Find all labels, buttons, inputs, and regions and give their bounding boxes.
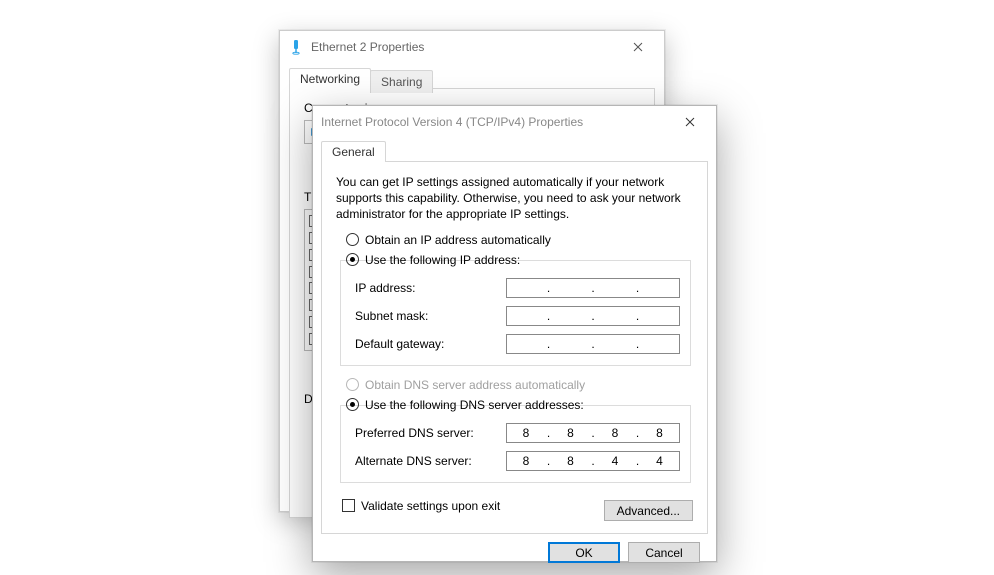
ipv4-properties-window: Internet Protocol Version 4 (TCP/IPv4) P… <box>312 105 717 562</box>
close-button[interactable] <box>615 33 660 61</box>
tab-sharing[interactable]: Sharing <box>370 70 433 93</box>
tab-general[interactable]: General <box>321 141 386 162</box>
tab-label: General <box>332 145 375 159</box>
radio-icon <box>346 233 359 246</box>
titlebar[interactable]: Ethernet 2 Properties <box>280 31 664 63</box>
default-gateway-input[interactable]: . . . <box>506 334 680 354</box>
titlebar[interactable]: Internet Protocol Version 4 (TCP/IPv4) P… <box>313 106 716 138</box>
subnet-mask-input[interactable]: . . . <box>506 306 680 326</box>
radio-label: Obtain an IP address automatically <box>365 233 551 247</box>
dns-fieldset: Preferred DNS server: 8. 8. 8. 8 Alterna… <box>340 405 691 483</box>
radio-icon <box>346 378 359 391</box>
tab-label: Sharing <box>381 75 422 89</box>
alternate-dns-input[interactable]: 8. 8. 4. 4 <box>506 451 680 471</box>
radio-ip-auto[interactable]: Obtain an IP address automatically <box>346 233 693 247</box>
tabstrip: Networking Sharing <box>289 68 655 89</box>
radio-label: Obtain DNS server address automatically <box>365 378 585 392</box>
ip-fieldset: IP address: . . . Subnet mask: . . <box>340 260 691 366</box>
info-text: You can get IP settings assigned automat… <box>336 174 693 223</box>
network-adapter-icon <box>288 39 304 55</box>
cancel-button[interactable]: Cancel <box>628 542 700 563</box>
alternate-dns-label: Alternate DNS server: <box>355 454 506 468</box>
radio-icon <box>346 398 359 411</box>
ip-address-input[interactable]: . . . <box>506 278 680 298</box>
tab-networking[interactable]: Networking <box>289 68 371 89</box>
advanced-button[interactable]: Advanced... <box>604 500 693 521</box>
tabpanel-general: You can get IP settings assigned automat… <box>321 161 708 534</box>
window-title: Internet Protocol Version 4 (TCP/IPv4) P… <box>321 115 667 129</box>
radio-dns-manual[interactable]: Use the following DNS server addresses: <box>346 398 693 412</box>
default-gateway-label: Default gateway: <box>355 337 506 351</box>
close-button[interactable] <box>667 108 712 136</box>
tab-label: Networking <box>300 72 360 86</box>
window-title: Ethernet 2 Properties <box>311 40 615 54</box>
ok-button[interactable]: OK <box>548 542 620 563</box>
dialog-footer: OK Cancel <box>321 534 708 563</box>
ip-address-label: IP address: <box>355 281 506 295</box>
checkbox-icon <box>342 499 355 512</box>
radio-icon <box>346 253 359 266</box>
checkbox-label: Validate settings upon exit <box>361 499 500 513</box>
preferred-dns-label: Preferred DNS server: <box>355 426 506 440</box>
radio-ip-manual[interactable]: Use the following IP address: <box>346 253 693 267</box>
close-icon <box>633 42 643 52</box>
tabstrip: General <box>321 141 708 162</box>
radio-label: Use the following DNS server addresses: <box>365 398 584 412</box>
close-icon <box>685 117 695 127</box>
radio-dns-auto: Obtain DNS server address automatically <box>346 378 693 392</box>
radio-label: Use the following IP address: <box>365 253 520 267</box>
subnet-mask-label: Subnet mask: <box>355 309 506 323</box>
preferred-dns-input[interactable]: 8. 8. 8. 8 <box>506 423 680 443</box>
